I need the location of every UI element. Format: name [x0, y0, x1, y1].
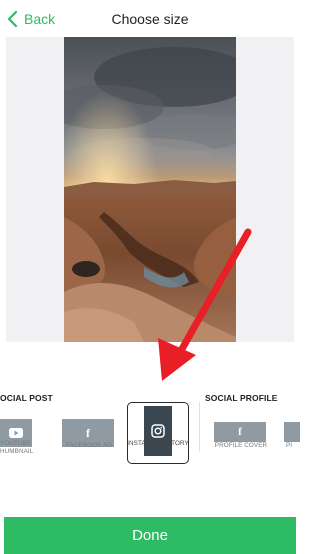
facebook-icon: f [238, 426, 242, 438]
partial-option-preview [284, 422, 300, 442]
preview-image[interactable] [64, 37, 236, 342]
size-option-profile-cover[interactable]: f PROFILE COVER [212, 402, 270, 464]
section-divider [199, 402, 200, 452]
done-button[interactable]: Done [4, 517, 296, 554]
page-title: Choose size [111, 11, 189, 27]
option-label-facebook-ad: FACEBOOK AD [66, 442, 112, 449]
size-option-instagram-story[interactable]: INSTAGRAM STORY [127, 402, 189, 464]
instagram-icon [151, 424, 165, 438]
top-bar: Back Choose size [0, 0, 300, 38]
size-option-youtube-thumbnail[interactable]: YOUTUBE HUMBNAIL [0, 402, 58, 464]
option-label-youtube: YOUTUBE HUMBNAIL [0, 440, 34, 455]
option-label-instagram-story: INSTAGRAM STORY [127, 440, 189, 447]
facebook-icon: f [86, 425, 90, 440]
instagram-story-preview [144, 406, 172, 456]
youtube-icon [9, 428, 23, 438]
size-option-facebook-ad[interactable]: f FACEBOOK AD [58, 402, 120, 464]
profile-cover-preview: f [214, 422, 266, 442]
option-label-partial: PI [286, 442, 293, 449]
size-option-partial[interactable]: PI [284, 402, 300, 464]
option-label-profile-cover: PROFILE COVER [214, 442, 268, 449]
